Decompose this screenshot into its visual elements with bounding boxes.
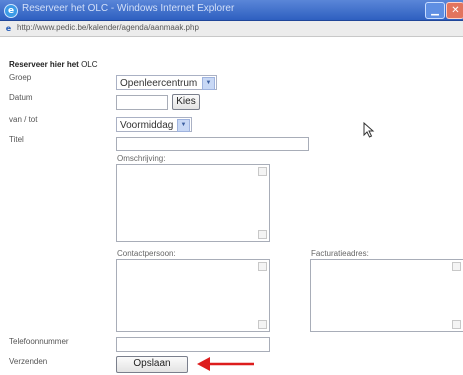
facturatieadres-textarea[interactable]	[310, 259, 463, 332]
page-content: Reserveer hier het OLC Groep Openleercen…	[0, 37, 463, 375]
chevron-down-icon[interactable]: ▼	[177, 119, 190, 132]
address-bar[interactable]: e http://www.pedic.be/kalender/agenda/aa…	[0, 21, 463, 37]
window-titlebar: e Reserveer het OLC - Windows Internet E…	[0, 0, 463, 21]
page-icon: e	[5, 24, 12, 33]
verzenden-label: Verzenden	[9, 357, 48, 366]
annotation-arrow-icon	[197, 357, 254, 371]
datum-input[interactable]	[116, 95, 168, 110]
scroll-down-icon[interactable]	[258, 230, 267, 239]
mouse-cursor-icon	[363, 122, 375, 138]
form-heading-prefix: Reserveer hier het	[9, 60, 79, 69]
scroll-down-icon[interactable]	[258, 320, 267, 329]
titel-input[interactable]	[116, 137, 309, 151]
scroll-up-icon[interactable]	[452, 262, 461, 271]
address-url[interactable]: http://www.pedic.be/kalender/agenda/aanm…	[17, 23, 199, 32]
window-title: Reserveer het OLC - Windows Internet Exp…	[22, 3, 235, 14]
close-button[interactable]: ✕	[446, 2, 463, 19]
groep-select[interactable]: Openleercentrum ▼	[116, 75, 217, 90]
kies-button[interactable]: Kies	[172, 94, 200, 110]
omschrijving-textarea[interactable]	[116, 164, 270, 242]
form-heading-suffix: OLC	[81, 60, 98, 69]
titel-label: Titel	[9, 135, 24, 144]
scroll-down-icon[interactable]	[452, 320, 461, 329]
groep-label: Groep	[9, 73, 32, 82]
datum-label: Datum	[9, 93, 33, 102]
minimize-button[interactable]: ▁	[425, 2, 445, 19]
groep-select-value: Openleercentrum	[120, 78, 198, 89]
van-tot-select-value: Voormiddag	[120, 120, 174, 131]
internet-explorer-icon: e	[4, 4, 18, 18]
scroll-up-icon[interactable]	[258, 167, 267, 176]
scroll-up-icon[interactable]	[258, 262, 267, 271]
chevron-down-icon[interactable]: ▼	[202, 77, 215, 90]
van-tot-label: van / tot	[9, 115, 38, 124]
van-tot-select[interactable]: Voormiddag ▼	[116, 117, 192, 132]
contactpersoon-label: Contactpersoon:	[117, 249, 176, 258]
facturatieadres-label: Facturatieadres:	[311, 249, 369, 258]
telefoonnummer-label: Telefoonnummer	[9, 337, 69, 346]
omschrijving-label: Omschrijving:	[117, 154, 166, 163]
form-heading: Reserveer hier het OLC	[9, 60, 98, 69]
telefoonnummer-input[interactable]	[116, 337, 270, 352]
opslaan-button[interactable]: Opslaan	[116, 356, 188, 373]
contactpersoon-textarea[interactable]	[116, 259, 270, 332]
